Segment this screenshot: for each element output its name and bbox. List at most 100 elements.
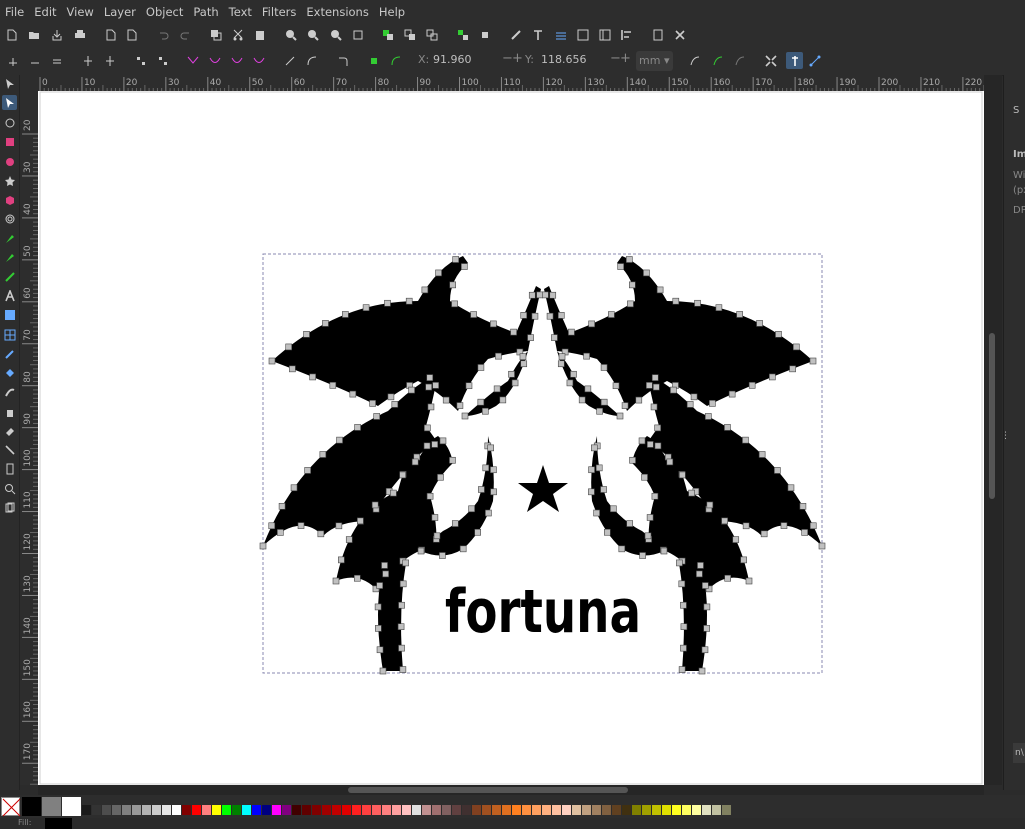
horizontal-ruler[interactable]: 0 10 20 30 40 50 60 70 80 90 100 110 120 130 140 150 160…	[38, 75, 984, 91]
align-icon[interactable]	[620, 28, 634, 42]
palette-swatch[interactable]	[562, 805, 571, 815]
dock-bottom-field[interactable]: n\	[1013, 743, 1025, 763]
fill-stroke-icon[interactable]	[509, 28, 523, 42]
join-segment-icon[interactable]	[103, 54, 117, 68]
clone-icon[interactable]	[403, 28, 417, 42]
palette-swatch[interactable]	[722, 805, 731, 815]
palette-swatch[interactable]	[512, 805, 521, 815]
palette-swatch[interactable]	[162, 805, 171, 815]
zoom-width-icon[interactable]	[351, 28, 365, 42]
palette-swatch[interactable]	[652, 805, 661, 815]
menu-filters[interactable]: Filters	[257, 5, 301, 19]
palette-swatch[interactable]	[142, 805, 151, 815]
eraser-tool-icon[interactable]	[3, 424, 17, 438]
zoom-drawing-icon[interactable]	[306, 28, 320, 42]
palette-swatch[interactable]	[612, 805, 621, 815]
show-outline-icon[interactable]	[711, 54, 725, 68]
palette-swatch[interactable]	[442, 805, 451, 815]
palette-swatch[interactable]	[672, 805, 681, 815]
palette-swatch[interactable]	[222, 805, 231, 815]
stroke-to-path-icon[interactable]	[367, 54, 381, 68]
open-icon[interactable]	[27, 28, 41, 42]
palette-swatch[interactable]	[62, 797, 81, 816]
palette-swatch[interactable]	[282, 805, 291, 815]
palette-swatch[interactable]	[522, 805, 531, 815]
break-path-icon[interactable]	[81, 54, 95, 68]
palette-swatch[interactable]	[642, 805, 651, 815]
palette-swatch[interactable]	[322, 805, 331, 815]
path-effect-icon[interactable]	[389, 54, 403, 68]
node-smooth-icon[interactable]	[208, 54, 222, 68]
delete-node-icon[interactable]	[28, 54, 42, 68]
menu-text[interactable]: Text	[224, 5, 257, 19]
palette-swatch[interactable]	[592, 805, 601, 815]
xml-editor-icon[interactable]	[576, 28, 590, 42]
horizontal-scroll-thumb[interactable]	[348, 787, 628, 793]
join-nodes-icon[interactable]	[50, 54, 64, 68]
palette-swatch[interactable]	[102, 805, 111, 815]
palette-swatch[interactable]	[712, 805, 721, 815]
redo-icon[interactable]	[179, 28, 193, 42]
import-icon[interactable]	[104, 28, 118, 42]
show-transform-handles-icon[interactable]	[764, 54, 778, 68]
menu-object[interactable]: Object	[141, 5, 188, 19]
dock-tab[interactable]: S	[1013, 105, 1019, 116]
horizontal-scrollbar[interactable]	[38, 785, 984, 795]
palette-swatch[interactable]	[552, 805, 561, 815]
palette-swatch[interactable]	[392, 805, 401, 815]
palette-swatch[interactable]	[342, 805, 351, 815]
selector-tool-icon[interactable]	[3, 77, 17, 91]
menu-view[interactable]: View	[62, 5, 99, 19]
next-lpe-param-icon[interactable]	[733, 54, 747, 68]
x-increment-button[interactable]: +	[512, 51, 523, 66]
palette-swatch[interactable]	[572, 805, 581, 815]
palette-swatch[interactable]	[372, 805, 381, 815]
ungroup-icon[interactable]	[478, 28, 492, 42]
palette-swatch[interactable]	[532, 805, 541, 815]
palette-swatch[interactable]	[112, 805, 121, 815]
palette-swatch[interactable]	[192, 805, 201, 815]
palette-swatch[interactable]	[132, 805, 141, 815]
palette-swatch[interactable]	[332, 805, 341, 815]
palette-swatch[interactable]	[252, 805, 261, 815]
zoom-tool-icon[interactable]	[3, 482, 17, 496]
zoom-page-icon[interactable]	[329, 28, 343, 42]
node-auto-icon[interactable]	[252, 54, 266, 68]
copy-icon[interactable]	[209, 28, 223, 42]
split-path-icon[interactable]	[156, 54, 170, 68]
pencil-tool-icon[interactable]	[3, 251, 17, 265]
unit-select[interactable]: mm ▾	[636, 51, 673, 71]
palette-swatch[interactable]	[262, 805, 271, 815]
palette-swatch[interactable]	[692, 805, 701, 815]
palette-swatch[interactable]	[122, 805, 131, 815]
palette-swatch[interactable]	[502, 805, 511, 815]
cut-icon[interactable]	[231, 28, 245, 42]
print-icon[interactable]	[73, 28, 87, 42]
palette-swatch[interactable]	[182, 805, 191, 815]
node-symmetric-icon[interactable]	[230, 54, 244, 68]
palette-swatch[interactable]	[292, 805, 301, 815]
palette-swatch[interactable]	[202, 805, 211, 815]
segment-curve-icon[interactable]	[305, 54, 319, 68]
palette-swatch[interactable]	[22, 797, 41, 816]
document-properties-icon[interactable]	[651, 28, 665, 42]
menu-edit[interactable]: Edit	[29, 5, 61, 19]
show-handles-icon[interactable]	[688, 54, 702, 68]
undo-icon[interactable]	[156, 28, 170, 42]
spiral-tool-icon[interactable]	[3, 212, 17, 226]
show-handles-toggle-icon[interactable]	[786, 52, 803, 69]
palette-swatch[interactable]	[242, 805, 251, 815]
palette-swatch[interactable]	[312, 805, 321, 815]
palette-swatch[interactable]	[382, 805, 391, 815]
palette-swatch[interactable]	[452, 805, 461, 815]
3d-box-tool-icon[interactable]	[3, 193, 17, 207]
tweak-tool-icon[interactable]	[3, 116, 17, 130]
palette-swatch[interactable]	[362, 805, 371, 815]
palette-swatch[interactable]	[212, 805, 221, 815]
unlink-clone-icon[interactable]	[425, 28, 439, 42]
menu-layer[interactable]: Layer	[99, 5, 141, 19]
palette-swatch[interactable]	[82, 805, 91, 815]
palette-swatch[interactable]	[662, 805, 671, 815]
vertical-ruler[interactable]: 20 30 40 50 60 70 80 90 100 110 120 130 140 150 160 170	[20, 91, 38, 785]
mesh-tool-icon[interactable]	[3, 328, 17, 342]
